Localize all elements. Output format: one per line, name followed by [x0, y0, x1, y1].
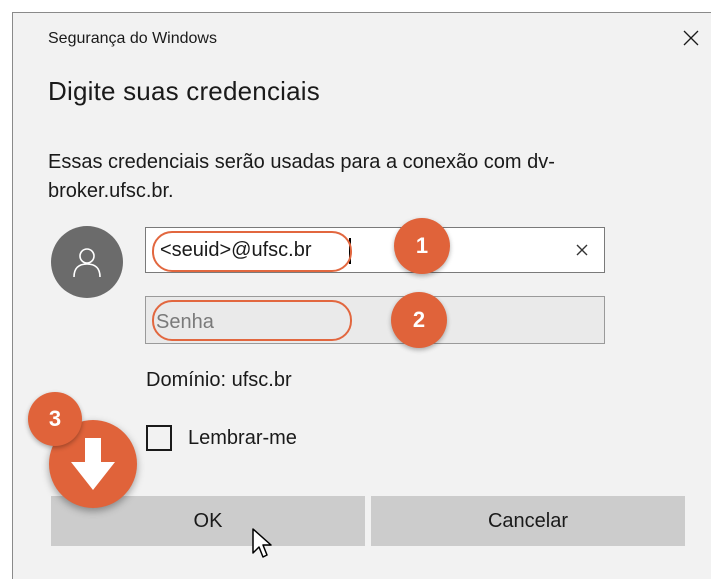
annotation-highlight-password — [152, 300, 352, 341]
domain-text: Domínio: ufsc.br — [146, 369, 292, 391]
annotation-step-3: 3 — [28, 392, 82, 446]
annotation-step-1: 1 — [394, 218, 450, 274]
ok-button-label: OK — [193, 509, 223, 532]
window-title: Segurança do Windows — [48, 30, 217, 47]
avatar — [51, 226, 123, 298]
dialog-heading: Digite suas credenciais — [48, 76, 320, 106]
remember-me-label: Lembrar-me — [188, 426, 297, 449]
user-icon — [73, 248, 101, 278]
cancel-button[interactable]: Cancelar — [371, 496, 685, 546]
step-1-number: 1 — [415, 233, 429, 258]
close-icon — [683, 30, 699, 46]
remember-me-checkbox[interactable]: Lembrar-me — [146, 425, 297, 451]
annotation-step-2: 2 — [391, 292, 447, 348]
down-arrow-icon — [71, 438, 115, 490]
dialog-description: Essas credenciais serão usadas para a co… — [48, 151, 555, 202]
clear-button[interactable] — [572, 240, 592, 260]
checkbox-box[interactable] — [146, 425, 172, 451]
mouse-pointer-icon — [252, 528, 272, 558]
annotation-highlight-username — [152, 231, 352, 272]
close-button[interactable] — [671, 23, 711, 53]
step-3-number: 3 — [48, 406, 62, 431]
clear-icon — [576, 244, 588, 256]
step-2-number: 2 — [412, 307, 426, 332]
cancel-button-label: Cancelar — [487, 509, 569, 532]
